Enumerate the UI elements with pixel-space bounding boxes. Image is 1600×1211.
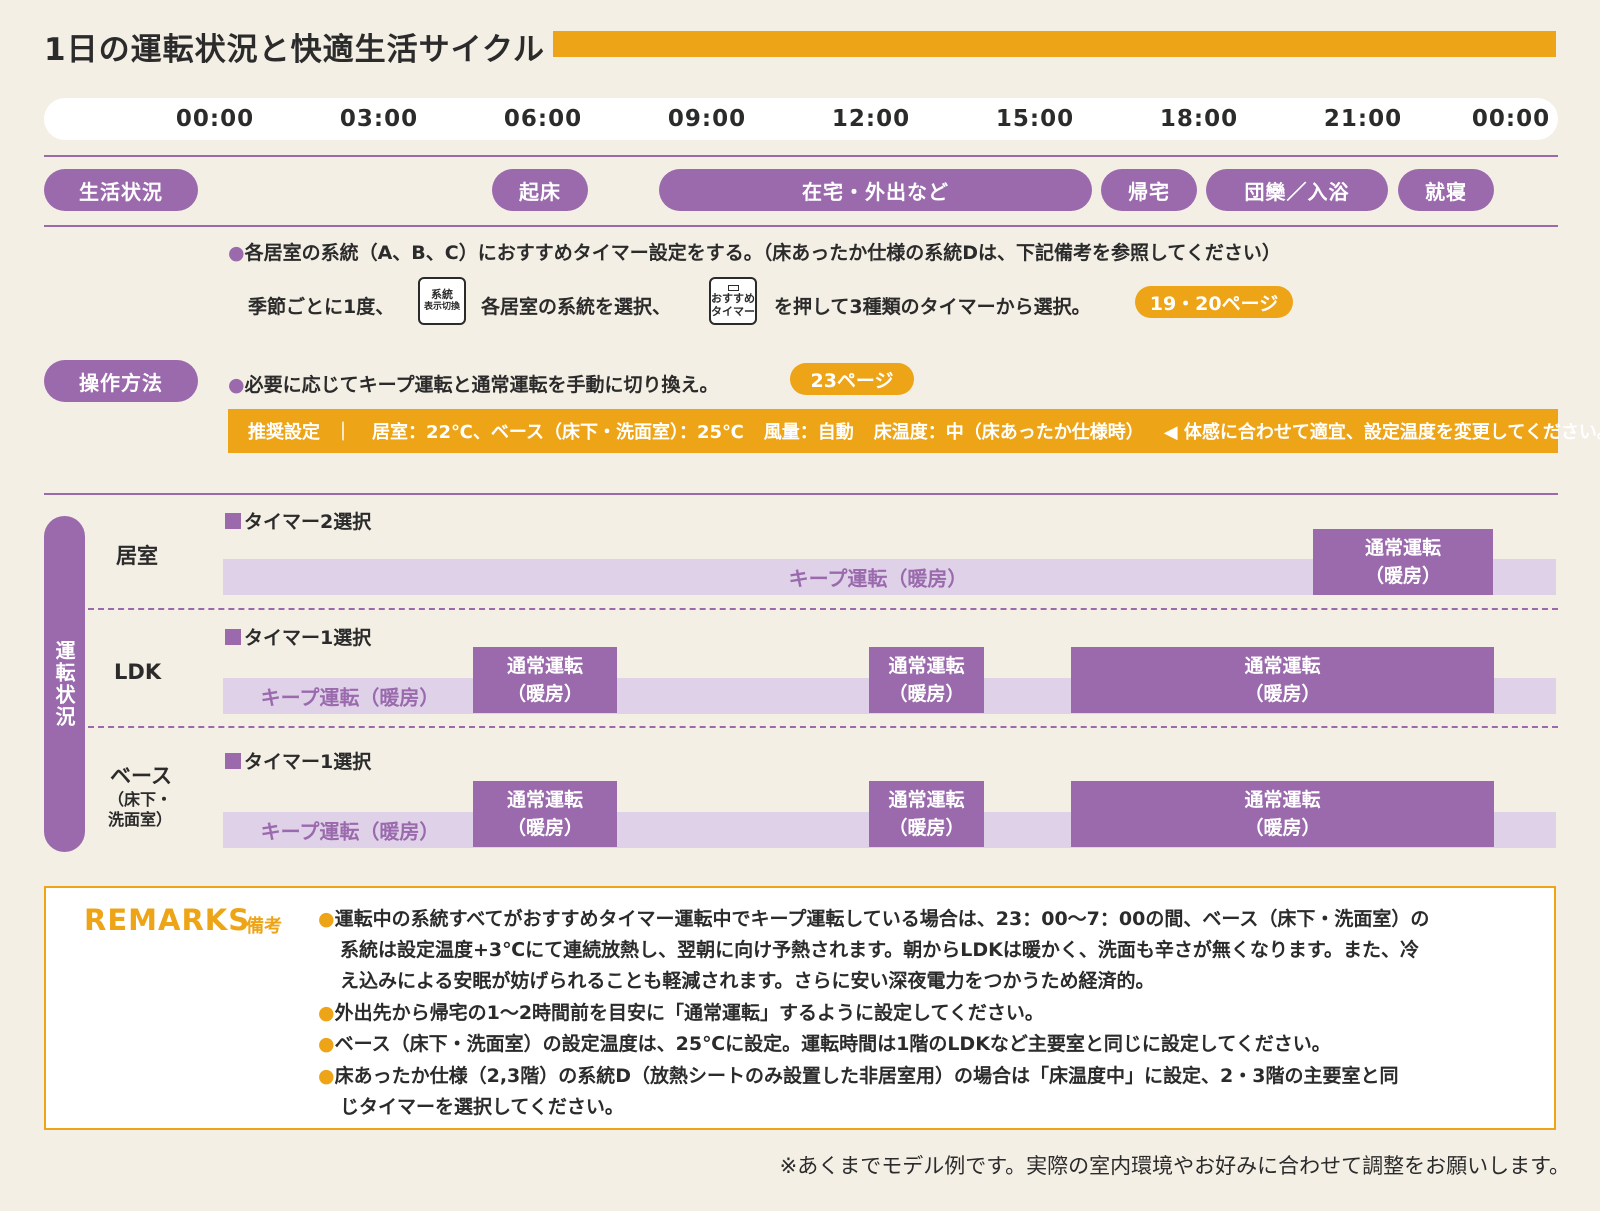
room-label: LDK <box>114 660 162 684</box>
dashed-divider <box>88 726 1558 728</box>
recommended-settings-bar: 推奨設定 ｜ 居室：22℃、ベース（床下・洗面室）：25℃ 風量：自動 床温度：… <box>228 409 1600 453</box>
remark-line: 系統は設定温度+3℃にて連続放熱し、翌朝に向け予熱されます。朝からLDKは暖かく… <box>340 939 1419 961</box>
timer-label: タイマー2選択 <box>225 507 371 534</box>
life-event-home-out: 在宅・外出など <box>659 169 1092 211</box>
normal-run-block: 通常運転 （暖房） <box>1071 647 1494 713</box>
divider <box>44 155 1558 157</box>
time-tick: 06:00 <box>503 106 583 132</box>
system-switch-button-icon: 系統 表示切換 <box>418 277 466 325</box>
normal-run-block: 通常運転 （暖房） <box>869 781 984 847</box>
remark-line: ●外出先から帰宅の1〜2時間前を目安に「通常運転」するように設定してください。 <box>318 1002 1044 1024</box>
recommend-timer-button-icon: おすすめ タイマー <box>709 277 757 325</box>
operation-line-2a: 季節ごとに1度、 <box>248 296 395 318</box>
page-ref-badge: 23ページ <box>790 363 914 395</box>
time-tick: 03:00 <box>339 106 419 132</box>
time-tick: 00:00 <box>175 106 255 132</box>
time-tick: 12:00 <box>831 106 911 132</box>
remark-line: え込みによる安眠が妨げられることも軽減されます。さらに安い深夜電力をつかうため経… <box>340 970 1155 992</box>
keep-label: キープ運転（暖房） <box>260 819 440 844</box>
remarks-subtitle: 備考 <box>246 916 282 937</box>
normal-run-block: 通常運転 （暖房） <box>869 647 984 713</box>
page-ref-badge: 19・20ページ <box>1135 286 1293 318</box>
title-accent-bar <box>553 31 1556 57</box>
operation-method-label: 操作方法 <box>44 360 198 402</box>
time-tick: 09:00 <box>667 106 747 132</box>
divider <box>44 493 1558 495</box>
life-event-wake: 起床 <box>492 169 588 211</box>
life-status-label: 生活状況 <box>44 169 198 211</box>
recommend-wind: 風量：自動 <box>763 422 854 443</box>
remarks-title: REMARKS <box>84 903 251 937</box>
time-tick: 18:00 <box>1159 106 1239 132</box>
timer-label: タイマー1選択 <box>225 747 371 774</box>
life-event-return: 帰宅 <box>1101 169 1197 211</box>
operation-line-1: ●各居室の系統（A、B、C）におすすめタイマー設定をする。（床あったか仕様の系統… <box>228 242 1281 264</box>
normal-run-block: 通常運転 （暖房） <box>1071 781 1494 847</box>
keep-label: キープ運転（暖房） <box>260 685 440 710</box>
recommend-floor: 床温度：中（床あったか仕様時） <box>873 422 1144 443</box>
operation-line-2b: 各居室の系統を選択、 <box>481 296 672 318</box>
room-sub-label: （床下・ 洗面室） <box>108 790 173 829</box>
normal-run-block: 通常運転 （暖房） <box>1313 529 1493 595</box>
recommend-rooms: 居室：22℃、ベース（床下・洗面室）：25℃ <box>372 422 744 443</box>
remark-line: じタイマーを選択してください。 <box>340 1096 624 1118</box>
life-event-sleep: 就寝 <box>1398 169 1494 211</box>
operation-line-2c: を押して3種類のタイマーから選択。 <box>774 296 1091 318</box>
remark-line: ●運転中の系統すべてがおすすめタイマー運転中でキープ運転している場合は、23：0… <box>318 908 1430 930</box>
normal-run-block: 通常運転 （暖房） <box>473 647 617 713</box>
footnote: ※あくまでモデル例です。実際の室内環境やお好みに合わせて調整をお願いします。 <box>779 1154 1570 1178</box>
dashed-divider <box>88 608 1558 610</box>
time-tick: 21:00 <box>1323 106 1403 132</box>
divider <box>44 225 1558 227</box>
recommend-label: 推奨設定 <box>248 422 320 443</box>
room-label: ベース <box>110 764 172 788</box>
remark-line: ●ベース（床下・洗面室）の設定温度は、25℃に設定。運転時間は1階のLDKなど主… <box>318 1033 1331 1055</box>
timer-label: タイマー1選択 <box>225 623 371 650</box>
keep-label: キープ運転（暖房） <box>788 566 968 591</box>
normal-run-block: 通常運転 （暖房） <box>473 781 617 847</box>
life-event-family-bath: 団欒／入浴 <box>1206 169 1388 211</box>
run-status-label: 運転状況 <box>44 516 85 852</box>
page-title: 1日の運転状況と快適生活サイクル <box>44 32 546 68</box>
room-label: 居室 <box>116 544 158 568</box>
recommend-note: ◀ 体感に合わせて適宜、設定温度を変更してください。 <box>1163 422 1600 443</box>
remark-line: ●床あったか仕様（2,3階）の系統D（放熱シートのみ設置した非居室用）の場合は「… <box>318 1065 1399 1087</box>
time-tick: 00:00 <box>1471 106 1551 132</box>
operation-line-3: ●必要に応じてキープ運転と通常運転を手動に切り換え。 <box>228 374 719 396</box>
time-tick: 15:00 <box>995 106 1075 132</box>
